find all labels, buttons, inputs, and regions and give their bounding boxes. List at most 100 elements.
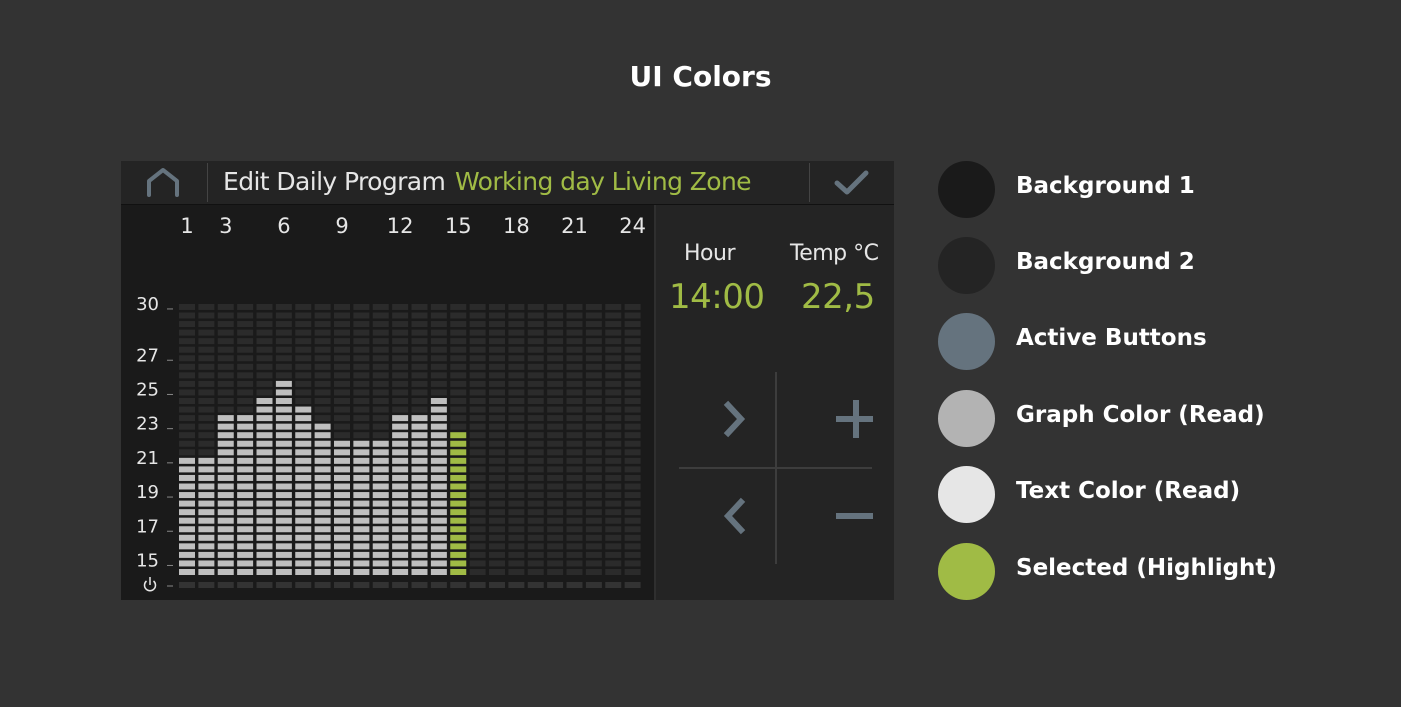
bar-hour-14[interactable] — [430, 303, 447, 575]
bar-cell — [450, 346, 467, 353]
bar-cell — [198, 398, 215, 404]
bar-cell — [295, 329, 312, 336]
bar-cell — [275, 329, 292, 336]
bar-hour-21[interactable] — [566, 303, 583, 575]
bar-cell — [353, 372, 370, 379]
bar-cell — [237, 321, 254, 328]
bar-cell — [489, 415, 505, 422]
bar-cell — [469, 466, 486, 473]
bar-cell — [624, 312, 641, 319]
bar-cell — [585, 415, 602, 422]
bar-cell — [198, 312, 215, 319]
bar-cell — [353, 363, 370, 370]
bar-hour-2[interactable] — [198, 303, 215, 575]
bar-cell — [547, 517, 564, 524]
bar-cell — [314, 457, 331, 464]
bar-hour-11[interactable] — [372, 303, 389, 575]
bar-hour-12[interactable] — [392, 303, 409, 575]
bar-cell — [624, 526, 641, 533]
bar-cell — [334, 440, 350, 447]
bar-hour-17[interactable] — [489, 303, 505, 575]
previous-hour-button[interactable] — [679, 469, 775, 563]
bar-cell — [314, 440, 331, 447]
bar-hour-3[interactable] — [217, 303, 234, 575]
bar-hour-18[interactable] — [508, 303, 525, 575]
bar-hour-19[interactable] — [527, 303, 544, 575]
bar-cell — [430, 534, 447, 541]
bar-cell — [198, 432, 215, 439]
daily-program-chart[interactable]: 1 3 6 9 12 15 18 21 24 30 27 25 23 21 19 17 15 — [121, 205, 654, 600]
bar-cell — [547, 449, 564, 456]
bar-cell — [275, 321, 292, 328]
bar-cell — [489, 534, 505, 541]
bar-cell — [179, 543, 195, 550]
bar-cell — [585, 457, 602, 464]
bar-hour-9[interactable] — [334, 303, 350, 575]
bar-cell — [527, 509, 544, 516]
home-button[interactable] — [121, 161, 207, 204]
bar-cell — [430, 355, 447, 362]
bar-hour-5[interactable] — [256, 303, 273, 575]
bar-hour-7[interactable] — [295, 303, 312, 575]
bar-cell — [527, 500, 544, 507]
bar-cell — [624, 534, 641, 541]
bar-cell — [179, 457, 195, 464]
bar-cell — [450, 312, 467, 319]
bar-cell — [198, 483, 215, 490]
bar-cell — [605, 466, 622, 473]
bar-cell — [198, 534, 215, 541]
bar-cell — [469, 355, 486, 362]
bar-cell — [411, 466, 428, 473]
bar-cell — [489, 449, 505, 456]
bar-cell — [237, 363, 254, 370]
bar-hour-23[interactable] — [605, 303, 622, 575]
bar-cell — [585, 483, 602, 490]
bar-cell — [566, 329, 583, 336]
bar-hour-1[interactable] — [179, 303, 195, 575]
bar-cell — [353, 398, 370, 404]
bar-cell — [527, 457, 544, 464]
bar-cell — [489, 551, 505, 558]
bar-hour-13[interactable] — [411, 303, 428, 575]
bar-hour-16[interactable] — [469, 303, 486, 575]
bar-hour-24[interactable] — [624, 303, 641, 575]
bar-hour-6[interactable] — [275, 303, 292, 575]
bar-hour-22[interactable] — [585, 303, 602, 575]
bar-hour-4[interactable] — [237, 303, 254, 575]
bar-cell — [430, 509, 447, 516]
page-title: UI Colors — [629, 60, 772, 93]
bar-cell — [295, 423, 312, 430]
bar-cell — [256, 551, 273, 558]
increase-temp-button[interactable] — [777, 372, 873, 466]
bar-cell — [469, 457, 486, 464]
bar-cell — [547, 346, 564, 353]
confirm-button[interactable] — [809, 161, 894, 204]
bar-cell — [237, 389, 254, 396]
bar-cell — [217, 312, 234, 319]
bar-cell — [237, 560, 254, 567]
bar-cell — [489, 466, 505, 473]
bar-cell — [237, 500, 254, 507]
bar-hour-10[interactable] — [353, 303, 370, 575]
bar-cell — [547, 526, 564, 533]
bar-hour-15[interactable] — [450, 303, 467, 575]
bar-cell — [605, 440, 622, 447]
bar-cell — [334, 355, 350, 362]
bar-cell — [275, 466, 292, 473]
bar-hour-8[interactable] — [314, 303, 331, 575]
bar-cell — [353, 423, 370, 430]
chevron-left-icon — [723, 497, 746, 535]
bar-cell — [585, 492, 602, 499]
bar-cell — [198, 415, 215, 422]
bar-cell — [585, 509, 602, 516]
decrease-temp-button[interactable] — [777, 469, 873, 563]
bar-cell — [237, 474, 254, 481]
bar-hour-20[interactable] — [547, 303, 564, 575]
next-hour-button[interactable] — [679, 372, 775, 466]
bar-cell — [430, 321, 447, 328]
bar-cell — [566, 509, 583, 516]
bar-cell — [217, 398, 234, 404]
bar-cell — [411, 492, 428, 499]
bar-cell — [624, 355, 641, 362]
color-swatch — [938, 543, 995, 600]
